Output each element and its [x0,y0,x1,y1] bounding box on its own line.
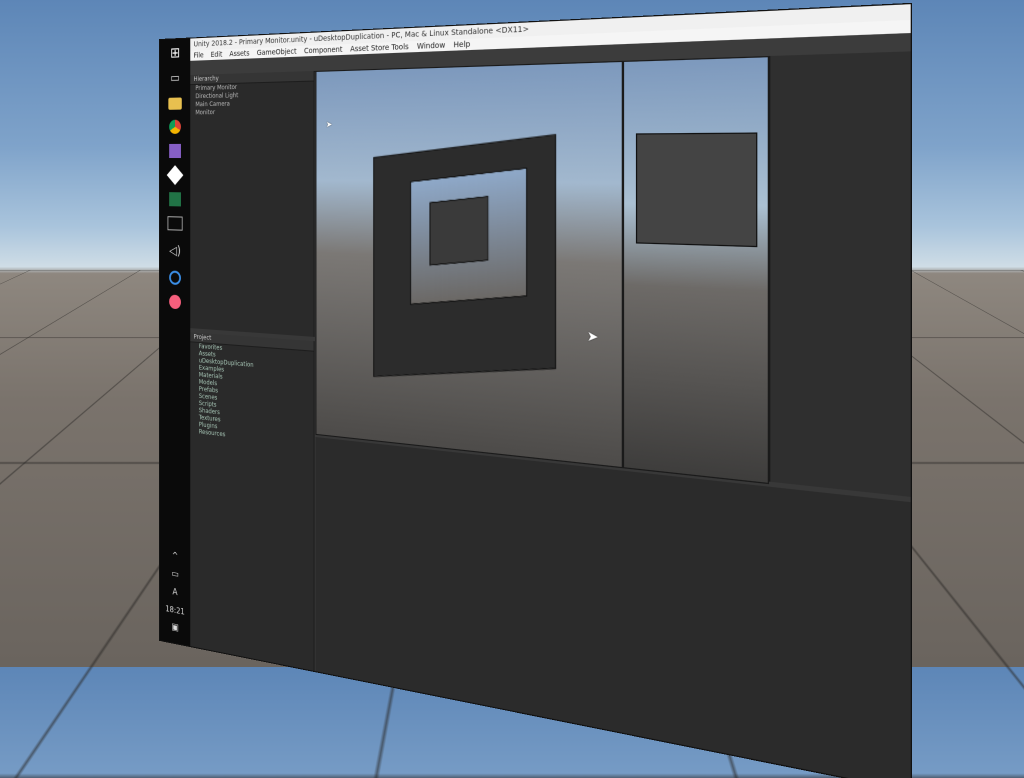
itunes-icon[interactable] [169,295,181,310]
game-view-nested-panel [636,132,757,247]
windows-icon[interactable]: ⊞ [166,43,184,64]
menu-component[interactable]: Component [304,44,342,56]
inspector-panel [769,51,911,497]
file-explorer-icon[interactable] [168,97,181,109]
cortana-icon[interactable] [169,270,181,285]
desktop-panel[interactable]: ⊞ ▭ ◁) ^ ▭ A 18:21 ▣ Unity 2018.2 - Prim… [160,4,911,778]
chrome-icon[interactable] [169,120,181,134]
mouse-cursor-icon: ➤ [587,328,599,345]
system-tray: ^ ▭ A 18:21 ▣ [165,550,184,635]
hierarchy-panel: Hierarchy Primary Monitor Directional Li… [190,71,314,337]
terminal-icon[interactable] [167,216,182,231]
nested-scene-view [410,168,527,305]
nested-recursive-view [430,196,489,266]
notification-icon[interactable]: ▣ [171,622,178,633]
network-icon[interactable]: ▭ [171,569,178,580]
ime-icon[interactable]: A [172,587,177,598]
menu-gameobject[interactable]: GameObject [257,46,297,58]
nested-desktop-panel [373,134,556,377]
hierarchy-row[interactable]: Monitor [190,107,313,117]
unity-editor-window: Unity 2018.2 - Primary Monitor.unity - u… [190,4,910,778]
small-cursor-icon: ➤ [326,120,332,130]
menu-window[interactable]: Window [417,40,445,52]
volume-icon[interactable]: ◁) [166,240,184,261]
menu-help[interactable]: Help [454,39,471,51]
excel-icon[interactable] [169,192,181,206]
scene-view[interactable]: ➤ ➤ [316,61,623,468]
menu-asset-store-tools[interactable]: Asset Store Tools [350,41,409,54]
task-view-icon[interactable]: ▭ [166,67,184,88]
project-panel: Project Favorites Assets uDesktopDuplica… [190,332,314,671]
taskbar-clock[interactable]: 18:21 [165,604,184,617]
chevron-up-icon[interactable]: ^ [172,551,178,562]
menu-assets[interactable]: Assets [229,48,249,59]
windows-taskbar: ⊞ ▭ ◁) ^ ▭ A 18:21 ▣ [160,39,190,647]
menu-edit[interactable]: Edit [211,49,223,60]
unity-icon[interactable] [167,165,184,185]
game-view[interactable] [623,56,769,484]
visual-studio-icon[interactable] [169,144,181,158]
vr-stage: ⊞ ▭ ◁) ^ ▭ A 18:21 ▣ Unity 2018.2 - Prim… [0,0,1024,667]
menu-file[interactable]: File [194,50,204,61]
